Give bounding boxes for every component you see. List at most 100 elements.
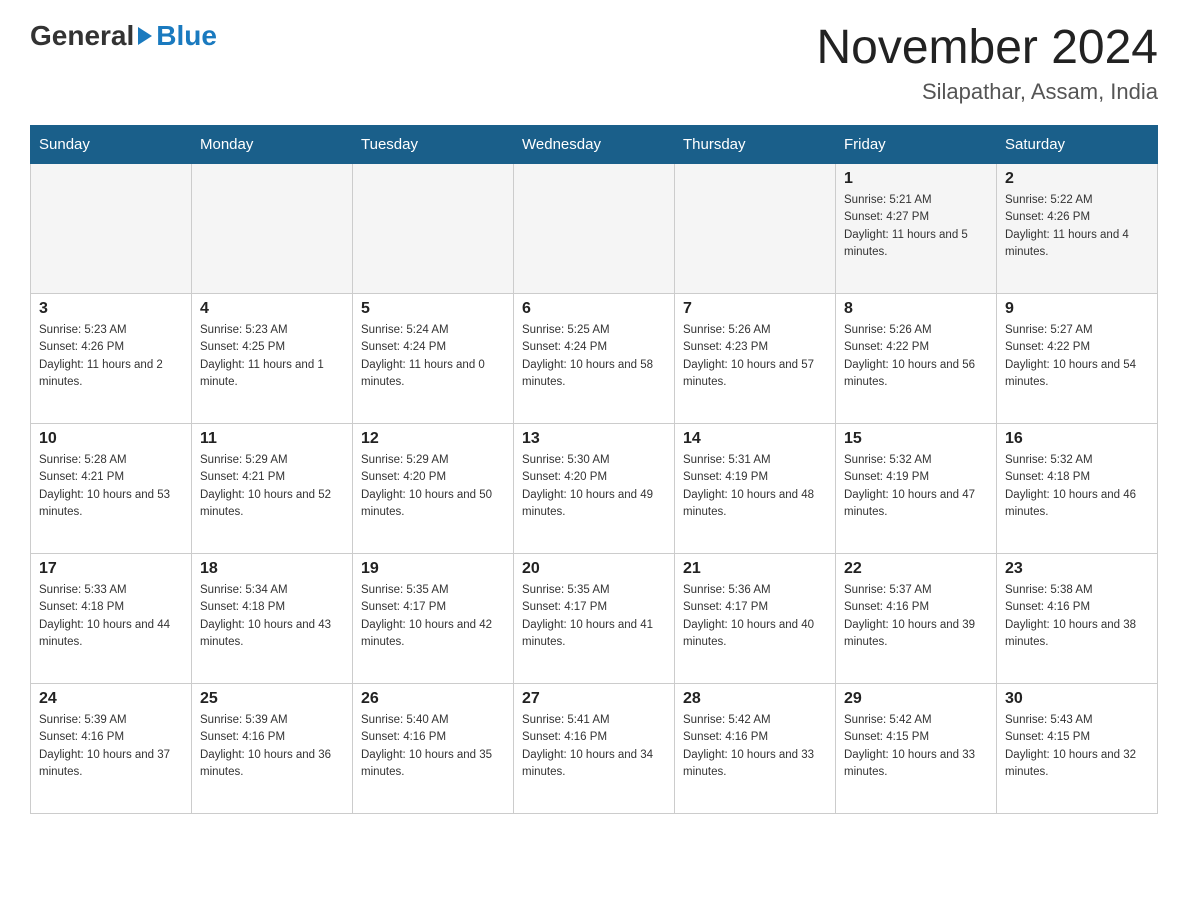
calendar-cell: 5 Sunrise: 5:24 AM Sunset: 4:24 PM Daylig… [353,294,514,424]
calendar-cell: 25Sunrise: 5:39 AM Sunset: 4:16 PM Dayli… [192,684,353,814]
day-number: 16 [1005,430,1149,448]
calendar-cell: 11 Sunrise: 5:29 AM Sunset: 4:21 PM Dayli… [192,424,353,554]
calendar-cell: 7 Sunrise: 5:26 AM Sunset: 4:23 PM Daylig… [675,294,836,424]
calendar-week-4: 17 Sunrise: 5:33 AM Sunset: 4:18 PM Dayli… [31,554,1158,684]
calendar-cell: 22 Sunrise: 5:37 AM Sunset: 4:16 PM Dayli… [836,554,997,684]
day-number: 15 [844,430,988,448]
day-info: Sunrise: 5:32 AM Sunset: 4:19 PM Dayligh… [844,452,988,521]
day-number: 21 [683,560,827,578]
calendar-cell: 13 Sunrise: 5:30 AM Sunset: 4:20 PM Dayli… [514,424,675,554]
title-area: November 2024 Silapathar, Assam, India [816,20,1158,105]
calendar-table: SundayMondayTuesdayWednesdayThursdayFrid… [30,125,1158,814]
calendar-cell: 27 Sunrise: 5:41 AM Sunset: 4:16 PM Dayli… [514,684,675,814]
calendar-cell: 10Sunrise: 5:28 AM Sunset: 4:21 PM Dayli… [31,424,192,554]
calendar-cell: 9 Sunrise: 5:27 AM Sunset: 4:22 PM Daylig… [997,294,1158,424]
calendar-cell: 6 Sunrise: 5:25 AM Sunset: 4:24 PM Daylig… [514,294,675,424]
calendar-cell: 28 Sunrise: 5:42 AM Sunset: 4:16 PM Dayli… [675,684,836,814]
day-number: 30 [1005,690,1149,708]
calendar-cell: 14Sunrise: 5:31 AM Sunset: 4:19 PM Dayli… [675,424,836,554]
calendar-cell: 15 Sunrise: 5:32 AM Sunset: 4:19 PM Dayli… [836,424,997,554]
day-number: 9 [1005,300,1149,318]
calendar-cell: 20 Sunrise: 5:35 AM Sunset: 4:17 PM Dayli… [514,554,675,684]
header-cell-thursday: Thursday [675,126,836,164]
day-number: 20 [522,560,666,578]
day-number: 22 [844,560,988,578]
calendar-cell: 1Sunrise: 5:21 AM Sunset: 4:27 PM Daylig… [836,164,997,294]
day-info: Sunrise: 5:25 AM Sunset: 4:24 PM Dayligh… [522,322,666,391]
day-number: 28 [683,690,827,708]
day-number: 7 [683,300,827,318]
day-info: Sunrise: 5:32 AM Sunset: 4:18 PM Dayligh… [1005,452,1149,521]
day-number: 6 [522,300,666,318]
calendar-cell: 29 Sunrise: 5:42 AM Sunset: 4:15 PM Dayli… [836,684,997,814]
day-info: Sunrise: 5:42 AM Sunset: 4:15 PM Dayligh… [844,712,988,781]
day-info: Sunrise: 5:40 AM Sunset: 4:16 PM Dayligh… [361,712,505,781]
day-number: 8 [844,300,988,318]
day-number: 12 [361,430,505,448]
day-info: Sunrise: 5:35 AM Sunset: 4:17 PM Dayligh… [361,582,505,651]
day-info: Sunrise: 5:39 AM Sunset: 4:16 PM Dayligh… [200,712,344,781]
day-number: 18 [200,560,344,578]
day-info: Sunrise: 5:37 AM Sunset: 4:16 PM Dayligh… [844,582,988,651]
day-info: Sunrise: 5:42 AM Sunset: 4:16 PM Dayligh… [683,712,827,781]
day-info: Sunrise: 5:35 AM Sunset: 4:17 PM Dayligh… [522,582,666,651]
day-number: 19 [361,560,505,578]
calendar-cell: 19 Sunrise: 5:35 AM Sunset: 4:17 PM Dayli… [353,554,514,684]
calendar-cell: 30 Sunrise: 5:43 AM Sunset: 4:15 PM Dayli… [997,684,1158,814]
day-number: 13 [522,430,666,448]
day-info: Sunrise: 5:31 AM Sunset: 4:19 PM Dayligh… [683,452,827,521]
day-number: 17 [39,560,183,578]
day-number: 3 [39,300,183,318]
calendar-cell: 17 Sunrise: 5:33 AM Sunset: 4:18 PM Dayli… [31,554,192,684]
day-info: Sunrise: 5:30 AM Sunset: 4:20 PM Dayligh… [522,452,666,521]
calendar-cell [192,164,353,294]
day-info: Sunrise: 5:41 AM Sunset: 4:16 PM Dayligh… [522,712,666,781]
calendar-title: November 2024 [816,20,1158,75]
day-info: Sunrise: 5:39 AM Sunset: 4:16 PM Dayligh… [39,712,183,781]
day-number: 24 [39,690,183,708]
header-cell-friday: Friday [836,126,997,164]
calendar-cell [353,164,514,294]
day-info: Sunrise: 5:24 AM Sunset: 4:24 PM Dayligh… [361,322,505,391]
logo-triangle-icon [138,27,152,45]
day-info: Sunrise: 5:34 AM Sunset: 4:18 PM Dayligh… [200,582,344,651]
calendar-cell [31,164,192,294]
day-info: Sunrise: 5:21 AM Sunset: 4:27 PM Dayligh… [844,192,988,261]
day-number: 23 [1005,560,1149,578]
calendar-cell: 8Sunrise: 5:26 AM Sunset: 4:22 PM Daylig… [836,294,997,424]
day-number: 5 [361,300,505,318]
day-info: Sunrise: 5:36 AM Sunset: 4:17 PM Dayligh… [683,582,827,651]
day-info: Sunrise: 5:23 AM Sunset: 4:25 PM Dayligh… [200,322,344,391]
day-info: Sunrise: 5:28 AM Sunset: 4:21 PM Dayligh… [39,452,183,521]
calendar-week-3: 10Sunrise: 5:28 AM Sunset: 4:21 PM Dayli… [31,424,1158,554]
day-number: 11 [200,430,344,448]
page-header: General Blue November 2024 Silapathar, A… [30,20,1158,105]
day-info: Sunrise: 5:38 AM Sunset: 4:16 PM Dayligh… [1005,582,1149,651]
day-info: Sunrise: 5:33 AM Sunset: 4:18 PM Dayligh… [39,582,183,651]
calendar-cell: 21 Sunrise: 5:36 AM Sunset: 4:17 PM Dayli… [675,554,836,684]
calendar-week-1: 1Sunrise: 5:21 AM Sunset: 4:27 PM Daylig… [31,164,1158,294]
calendar-week-5: 24 Sunrise: 5:39 AM Sunset: 4:16 PM Dayli… [31,684,1158,814]
calendar-cell: 26 Sunrise: 5:40 AM Sunset: 4:16 PM Dayli… [353,684,514,814]
day-info: Sunrise: 5:29 AM Sunset: 4:20 PM Dayligh… [361,452,505,521]
calendar-cell: 18 Sunrise: 5:34 AM Sunset: 4:18 PM Dayli… [192,554,353,684]
header-cell-monday: Monday [192,126,353,164]
calendar-cell: 4Sunrise: 5:23 AM Sunset: 4:25 PM Daylig… [192,294,353,424]
logo-blue-text: Blue [156,20,217,52]
day-info: Sunrise: 5:23 AM Sunset: 4:26 PM Dayligh… [39,322,183,391]
day-info: Sunrise: 5:26 AM Sunset: 4:23 PM Dayligh… [683,322,827,391]
day-info: Sunrise: 5:29 AM Sunset: 4:21 PM Dayligh… [200,452,344,521]
day-info: Sunrise: 5:27 AM Sunset: 4:22 PM Dayligh… [1005,322,1149,391]
calendar-cell: 16 Sunrise: 5:32 AM Sunset: 4:18 PM Dayli… [997,424,1158,554]
calendar-cell: 3 Sunrise: 5:23 AM Sunset: 4:26 PM Daylig… [31,294,192,424]
day-number: 27 [522,690,666,708]
logo: General Blue [30,20,217,52]
header-row: SundayMondayTuesdayWednesdayThursdayFrid… [31,126,1158,164]
logo-general-text: General [30,20,134,52]
day-info: Sunrise: 5:43 AM Sunset: 4:15 PM Dayligh… [1005,712,1149,781]
calendar-cell: 12 Sunrise: 5:29 AM Sunset: 4:20 PM Dayli… [353,424,514,554]
day-number: 29 [844,690,988,708]
day-number: 26 [361,690,505,708]
header-cell-wednesday: Wednesday [514,126,675,164]
calendar-subtitle: Silapathar, Assam, India [816,79,1158,105]
